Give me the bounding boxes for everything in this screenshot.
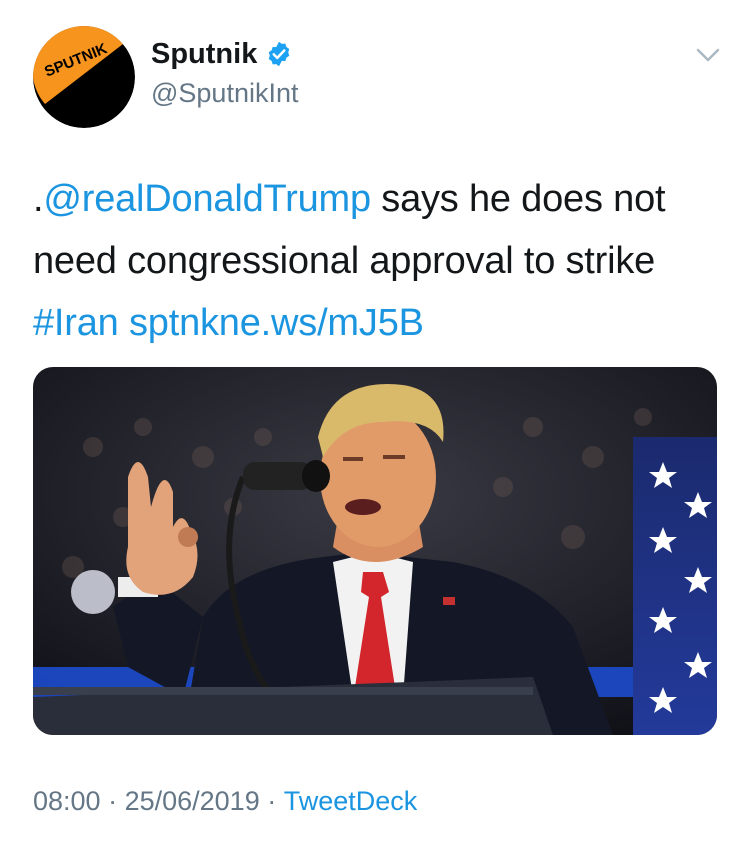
avatar[interactable]: SPUTNIK bbox=[33, 26, 135, 128]
sputnik-logo-icon: SPUTNIK bbox=[33, 26, 135, 128]
tweet-prefix: . bbox=[33, 178, 44, 220]
meta-separator: · bbox=[100, 786, 125, 816]
tweet-time[interactable]: 08:00 bbox=[33, 786, 101, 817]
meta-separator: · bbox=[259, 786, 284, 816]
tweet-meta: 08:00 · 25/06/2019 · TweetDeck bbox=[33, 786, 417, 817]
display-name-row: Sputnik bbox=[151, 36, 299, 72]
url-link[interactable]: sptnkne.ws/mJ5B bbox=[129, 302, 424, 344]
author-names: Sputnik @SputnikInt bbox=[151, 36, 299, 109]
hashtag-link[interactable]: #Iran bbox=[33, 302, 119, 344]
mention-link[interactable]: @realDonaldTrump bbox=[43, 178, 371, 220]
tweet-photo[interactable] bbox=[33, 367, 717, 735]
tweet-text: .@realDonaldTrump says he does not need … bbox=[33, 168, 723, 354]
chevron-down-icon[interactable] bbox=[693, 40, 723, 70]
display-name[interactable]: Sputnik bbox=[151, 38, 257, 71]
photo-illustration bbox=[33, 367, 717, 735]
tweet-date[interactable]: 25/06/2019 bbox=[125, 786, 260, 817]
handle[interactable]: @SputnikInt bbox=[151, 78, 299, 109]
tweet-source[interactable]: TweetDeck bbox=[284, 786, 418, 817]
tweet-space bbox=[119, 302, 129, 344]
verified-badge-icon bbox=[269, 41, 290, 67]
tweet-header: SPUTNIK Sputnik @SputnikInt bbox=[33, 26, 723, 128]
